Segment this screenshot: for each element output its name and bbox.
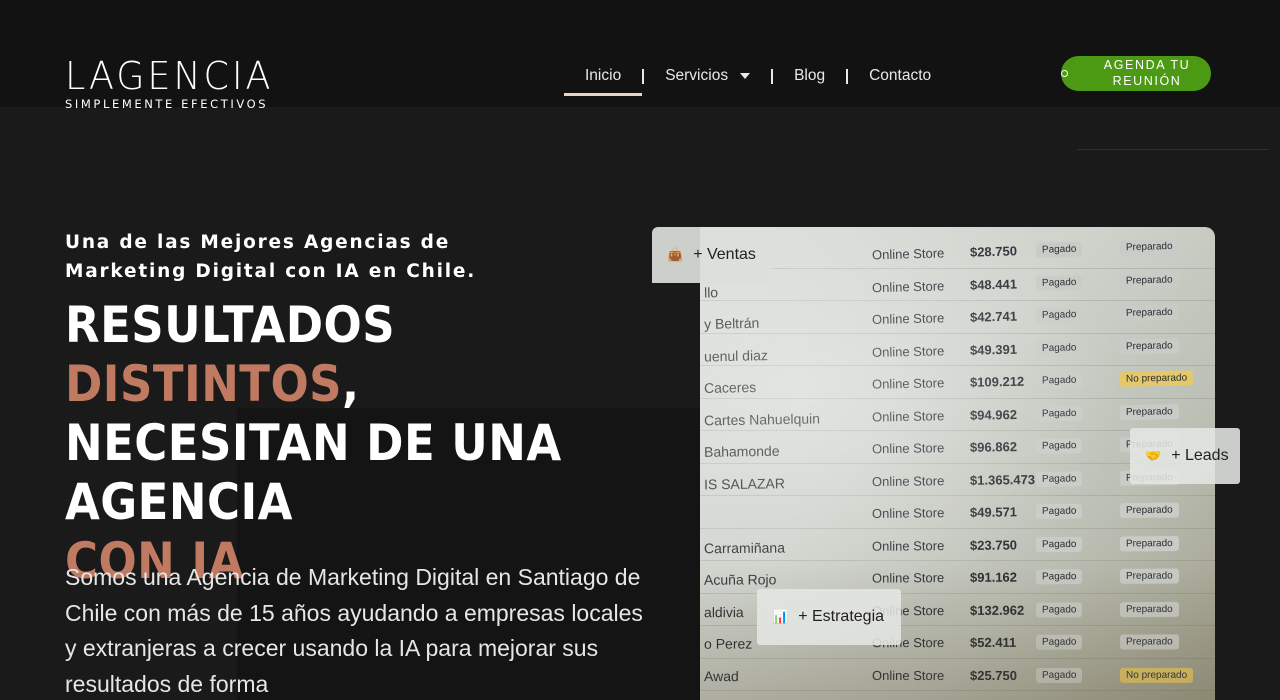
nav-item-label: Servicios [665,67,729,84]
bar-chart-icon: 📊 [772,609,789,624]
nav-item-inicio[interactable]: Inicio [564,56,643,96]
main-nav: Inicio Servicios Blog Contacto [564,56,952,96]
brand-logo[interactable]: LAGENCIA SIMPLEMENTE EFECTIVOS [65,54,280,111]
nav-item-contacto[interactable]: Contacto [848,56,952,96]
book-meeting-button[interactable]: AGENDA TU REUNIÓN [1061,56,1269,150]
nav-item-label: Blog [794,67,826,84]
nav-item-servicios[interactable]: Servicios [644,56,771,96]
hero-description: Somos una Agencia de Marketing Digital e… [65,564,643,697]
circle-icon [1061,70,1068,77]
nav-item-label: Contacto [869,67,932,84]
site-header: LAGENCIA SIMPLEMENTE EFECTIVOS Inicio Se… [0,0,1280,150]
book-meeting-label: AGENDA TU REUNIÓN [1103,58,1191,88]
hero-headline: RESULTADOS DISTINTOS, NECESITAN DE UNA A… [65,296,605,591]
tag-leads-label: + Leads [1171,447,1229,464]
brand-tagline: SIMPLEMENTE EFECTIVOS [65,97,269,111]
nav-item-label: Inicio [585,67,622,84]
nav-item-blog[interactable]: Blog [773,56,846,96]
brand-name: LAGENCIA [65,54,274,98]
handshake-icon: 🤝 [1145,448,1162,463]
button-underline [1077,149,1269,150]
headline-part-1: RESULTADOS [65,296,396,354]
tag-estrategia: 📊 + Estrategia [757,589,901,645]
tag-ventas-label: + Ventas [693,246,756,263]
hero-kicker: Una de las Mejores Agencias de Marketing… [65,232,477,282]
caret-down-icon [740,73,751,79]
headline-accent-1: DISTINTOS [65,355,343,413]
tag-leads: 🤝 + Leads [1130,428,1240,484]
shopping-bag-icon: 👜 [667,247,684,262]
tag-ventas: 👜 + Ventas [652,227,773,283]
tag-estrategia-label: + Estrategia [798,608,885,625]
